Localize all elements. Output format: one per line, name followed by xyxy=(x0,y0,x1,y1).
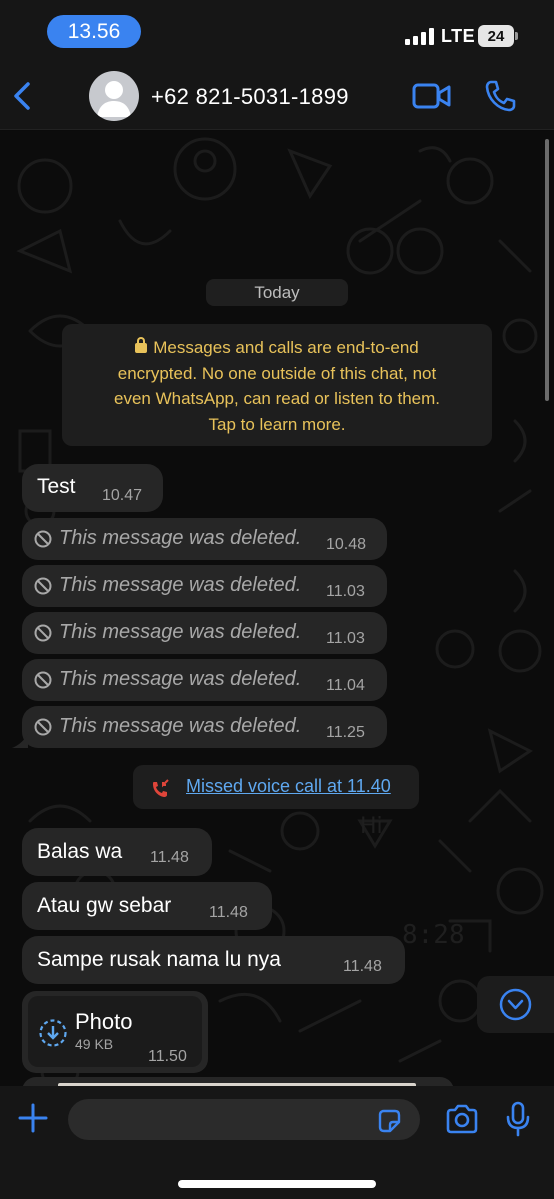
image-message-partial[interactable] xyxy=(22,1077,454,1086)
deleted-icon xyxy=(34,718,52,736)
photo-attachment[interactable]: Photo 49 KB 11.50 xyxy=(28,996,202,1067)
encryption-line-4: Tap to learn more. xyxy=(208,414,346,434)
encryption-notice[interactable]: Messages and calls are end-to-end encryp… xyxy=(62,324,492,446)
lock-icon xyxy=(135,337,148,353)
message-time: 11.48 xyxy=(150,849,189,866)
day-separator: Today xyxy=(206,279,348,306)
person-silhouette-icon xyxy=(97,81,131,117)
message-time: 11.25 xyxy=(326,724,365,741)
encryption-line-3: even WhatsApp, can read or listen to the… xyxy=(113,389,440,408)
deleted-message-bubble[interactable]: This message was deleted. 11.03 xyxy=(22,565,387,607)
sticker-icon[interactable] xyxy=(376,1108,402,1134)
message-text: Atau gw sebar xyxy=(37,894,172,917)
message-bubble[interactable]: Test 10.47 xyxy=(22,464,163,512)
deleted-icon xyxy=(34,577,52,595)
message-time: 10.47 xyxy=(102,487,143,504)
chevron-down-icon xyxy=(499,988,532,1021)
bubble-tail xyxy=(12,734,28,748)
message-text: Test xyxy=(37,475,76,498)
network-type: LTE xyxy=(441,26,476,46)
deleted-icon xyxy=(34,530,52,548)
deleted-message-bubble[interactable]: This message was deleted. 11.04 xyxy=(22,659,387,701)
message-time: 11.03 xyxy=(326,583,365,600)
message-time: 11.48 xyxy=(343,958,382,975)
video-camera-icon[interactable] xyxy=(411,80,453,112)
missed-call-notice[interactable]: Missed voice call at 11.40 xyxy=(133,765,419,809)
missed-call-link[interactable]: Missed voice call at 11.40 xyxy=(186,776,391,797)
message-input[interactable] xyxy=(68,1099,420,1140)
cellular-signal-icon xyxy=(405,27,435,45)
svg-text:8:28: 8:28 xyxy=(402,920,465,950)
avatar[interactable] xyxy=(89,71,139,121)
input-bar xyxy=(0,1086,554,1199)
plus-icon[interactable] xyxy=(17,1102,49,1134)
photo-size: 49 KB xyxy=(75,1036,114,1052)
message-text: Sampe rusak nama lu nya xyxy=(37,948,281,971)
message-time: 11.03 xyxy=(326,630,365,647)
status-time[interactable]: 13.56 xyxy=(47,15,141,48)
message-time: 11.48 xyxy=(209,904,248,921)
chat-scrollbar[interactable] xyxy=(545,139,549,401)
encryption-line-1: Messages and calls are end-to-end xyxy=(153,338,419,357)
message-bubble[interactable]: Sampe rusak nama lu nya 11.48 xyxy=(22,936,405,984)
phone-icon[interactable] xyxy=(483,78,517,114)
message-time: 11.04 xyxy=(326,677,365,694)
status-bar: 13.56 LTE 24 xyxy=(0,0,554,62)
message-bubble[interactable]: Atau gw sebar 11.48 xyxy=(22,882,272,930)
message-bubble[interactable]: Balas wa 11.48 xyxy=(22,828,212,876)
contact-name[interactable]: +62 821-5031-1899 xyxy=(151,84,349,110)
message-text: This message was deleted. xyxy=(59,621,302,643)
message-text: Balas wa xyxy=(37,840,123,863)
deleted-message-bubble[interactable]: This message was deleted. 11.25 xyxy=(22,706,387,748)
message-text: This message was deleted. xyxy=(59,668,302,690)
deleted-icon xyxy=(34,624,52,642)
message-time: 10.48 xyxy=(326,536,367,553)
home-indicator[interactable] xyxy=(178,1180,376,1188)
camera-icon[interactable] xyxy=(445,1104,479,1134)
deleted-message-bubble[interactable]: This message was deleted. 11.03 xyxy=(22,612,387,654)
scroll-to-bottom-button[interactable] xyxy=(477,976,554,1033)
encryption-line-2: encrypted. No one outside of this chat, … xyxy=(117,363,437,383)
deleted-message-bubble[interactable]: This message was deleted. 10.48 xyxy=(22,518,387,560)
chat-header: +62 821-5031-1899 xyxy=(0,62,554,130)
photo-title: Photo xyxy=(75,1009,133,1034)
message-text: This message was deleted. xyxy=(59,715,302,737)
missed-call-icon xyxy=(153,779,169,797)
chat-area[interactable]: Hi 8:28 Today Messages and calls are end… xyxy=(0,131,554,1086)
message-text: This message was deleted. xyxy=(59,527,302,549)
deleted-icon xyxy=(34,671,52,689)
download-icon[interactable] xyxy=(38,1018,68,1048)
svg-text:Hi: Hi xyxy=(360,814,383,839)
photo-message[interactable]: Photo 49 KB 11.50 xyxy=(22,991,208,1073)
battery-icon: 24 xyxy=(478,25,518,47)
back-chevron-icon[interactable] xyxy=(8,76,40,116)
message-time: 11.50 xyxy=(148,1048,187,1065)
microphone-icon[interactable] xyxy=(505,1101,531,1137)
message-text: This message was deleted. xyxy=(59,574,302,596)
